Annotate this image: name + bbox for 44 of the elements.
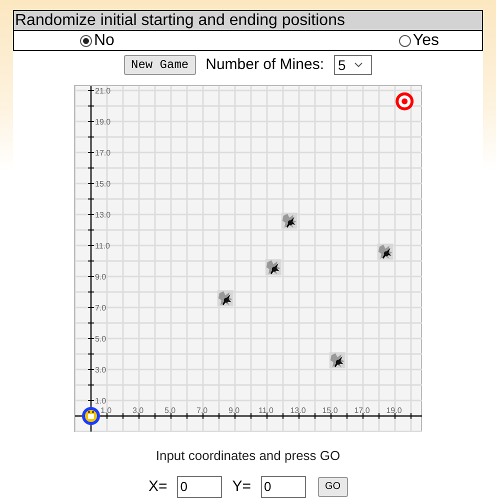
- mine-icon: [377, 244, 394, 260]
- x-tick-label: 1.0: [100, 406, 112, 415]
- x-tick-label: 9.0: [228, 406, 240, 415]
- y-tick-label: 9.0: [95, 272, 106, 282]
- y-tick-label: 13.0: [95, 210, 111, 220]
- mines-select[interactable]: 5: [334, 55, 372, 75]
- x-tick-label: 15.0: [322, 406, 338, 415]
- y-tick-label: 15.0: [95, 180, 111, 188]
- x-tick-label: 13.0: [290, 406, 306, 415]
- x-tick-label: 3.0: [132, 406, 144, 415]
- instruction-text: Input coordinates and press GO: [156, 447, 340, 465]
- y-input[interactable]: 0: [260, 476, 306, 498]
- mine-icon: [329, 352, 346, 368]
- x-label: X=: [148, 476, 168, 496]
- target-icon: [396, 92, 414, 110]
- x-tick-label: 7.0: [196, 406, 208, 415]
- x-tick-label: 5.0: [164, 406, 176, 415]
- robot-icon[interactable]: [82, 407, 100, 425]
- new-game-button[interactable]: New Game: [124, 55, 196, 75]
- y-tick-label: 1.0: [95, 396, 106, 406]
- mine-icon: [265, 259, 282, 276]
- section-header: Randomize initial starting and ending positions: [14, 11, 482, 31]
- x-tick-label: 19.0: [386, 406, 402, 415]
- y-tick-label: 11.0: [95, 242, 110, 250]
- x-tick-label: 11.0: [258, 406, 274, 415]
- y-tick-label: 21.0: [95, 86, 111, 96]
- go-button[interactable]: GO: [318, 476, 348, 497]
- mine-icon: [217, 290, 234, 306]
- x-tick-label: 17.0: [354, 406, 370, 415]
- y-tick-label: 19.0: [95, 118, 111, 126]
- coordinate-grid[interactable]: 1.0 3.0 5.0 7.0 9.0 11.0 13.0 15.0 17.0 19.0 1.0 3.0 5.0 7.0 9.0 11.0 13.0 15.0 17.0 19.0 21.0: [75, 86, 422, 432]
- y-tick-label: 5.0: [95, 334, 106, 344]
- mine-icon: [281, 212, 298, 229]
- radio-icon: [398, 34, 411, 46]
- y-tick-label: 7.0: [95, 304, 106, 312]
- radio-option[interactable]: No: [80, 28, 114, 52]
- radio-icon: [80, 34, 92, 46]
- y-tick-label: 3.0: [95, 366, 106, 374]
- radio-option[interactable]: Yes: [398, 28, 439, 52]
- x-input[interactable]: 0: [177, 476, 222, 498]
- mines-label: Number of Mines:: [206, 54, 324, 75]
- y-label: Y=: [232, 476, 251, 496]
- y-tick-label: 17.0: [95, 148, 111, 158]
- chevron-icon: [354, 62, 363, 68]
